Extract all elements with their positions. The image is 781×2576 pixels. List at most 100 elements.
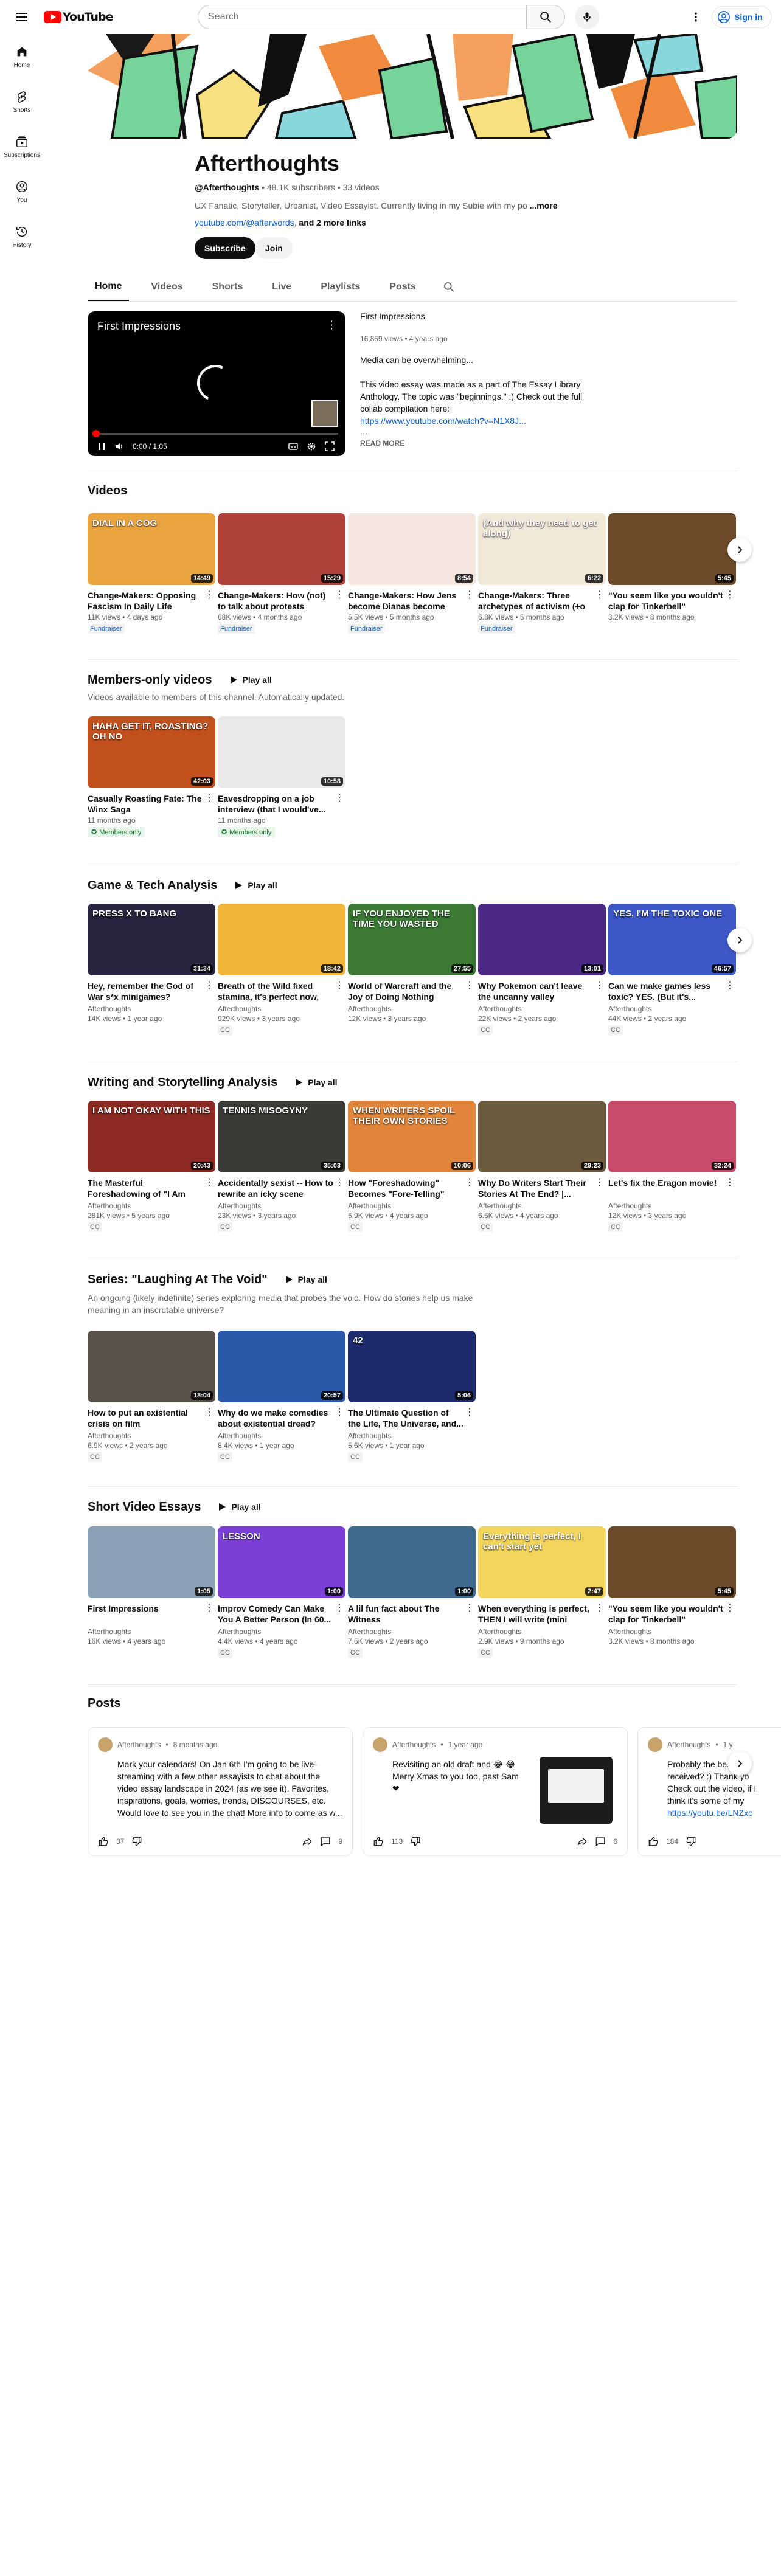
tab-playlists[interactable]: Playlists: [313, 272, 367, 301]
youtube-logo[interactable]: YouTube: [44, 10, 113, 24]
video-card[interactable]: 29:23 Why Do Writers Start Their Stories …: [478, 1101, 606, 1232]
video-title[interactable]: How to put an existential crisis on film: [88, 1407, 215, 1429]
video-title[interactable]: Why do we make comedies about existentia…: [218, 1407, 345, 1429]
play-all-button[interactable]: Play all: [210, 1496, 268, 1518]
video-thumbnail[interactable]: Everything is perfect, I can't start yet…: [478, 1526, 606, 1598]
thumbs-down-icon[interactable]: [686, 1836, 696, 1847]
video-thumbnail[interactable]: IF YOU ENJOYED THE TIME YOU WASTED 27:55: [348, 904, 476, 975]
post-image[interactable]: [540, 1757, 613, 1824]
video-title[interactable]: Change-Makers: How (not) to talk about p…: [218, 590, 345, 612]
video-card[interactable]: Everything is perfect, I can't start yet…: [478, 1526, 606, 1658]
share-icon[interactable]: [302, 1836, 313, 1847]
video-channel[interactable]: Afterthoughts: [88, 1202, 215, 1210]
more-actions-icon[interactable]: ⋮: [595, 1602, 605, 1614]
video-channel[interactable]: Afterthoughts: [608, 1627, 736, 1636]
more-actions-icon[interactable]: ⋮: [204, 792, 214, 804]
video-title[interactable]: First Impressions: [88, 1603, 215, 1625]
video-thumbnail[interactable]: 42 5:06: [348, 1331, 476, 1402]
tab-posts[interactable]: Posts: [382, 272, 423, 301]
video-title[interactable]: Let's fix the Eragon movie!: [608, 1177, 736, 1199]
captions-icon[interactable]: [288, 441, 298, 451]
video-thumbnail[interactable]: 32:24: [608, 1101, 736, 1172]
video-card[interactable]: I AM NOT OKAY WITH THIS 20:43 The Masterfu…: [88, 1101, 215, 1232]
featured-video-player[interactable]: First Impressions ⋮ 0:00 / 1:05: [88, 311, 345, 456]
video-channel[interactable]: Afterthoughts: [478, 1202, 606, 1210]
video-thumbnail[interactable]: TENNIS MISOGYNY 35:03: [218, 1101, 345, 1172]
video-channel[interactable]: Afterthoughts: [88, 1627, 215, 1636]
comment-icon[interactable]: [320, 1836, 331, 1847]
more-actions-icon[interactable]: ⋮: [465, 589, 474, 601]
more-actions-icon[interactable]: ⋮: [204, 589, 214, 601]
video-thumbnail[interactable]: 18:42: [218, 904, 345, 975]
shelf-next-button[interactable]: [727, 538, 752, 562]
voice-search-button[interactable]: [575, 5, 599, 29]
more-actions-icon[interactable]: ⋮: [335, 589, 344, 601]
channel-link[interactable]: youtube.com/@afterwords: [195, 218, 294, 227]
post-author[interactable]: Afterthoughts: [117, 1740, 161, 1749]
post-link[interactable]: https://youtu.be/LNZxc: [667, 1808, 752, 1818]
post-card[interactable]: Afterthoughts • 8 months ago Mark your c…: [88, 1727, 353, 1856]
video-thumbnail[interactable]: 5:45: [608, 1526, 736, 1598]
more-actions-icon[interactable]: ⋮: [335, 1176, 344, 1188]
more-actions-icon[interactable]: ⋮: [465, 979, 474, 991]
play-all-button[interactable]: Play all: [227, 874, 284, 896]
video-title[interactable]: World of Warcraft and the Joy of Doing N…: [348, 980, 476, 1002]
video-thumbnail[interactable]: DIAL IN A COG 14:49: [88, 513, 215, 585]
more-links-button[interactable]: and 2 more links: [299, 218, 366, 227]
video-thumbnail[interactable]: YES, I'M THE TOXIC ONE 46:57: [608, 904, 736, 975]
video-thumbnail[interactable]: 10:58: [218, 716, 345, 788]
video-title[interactable]: "You seem like you wouldn't clap for Tin…: [608, 1603, 736, 1625]
post-author[interactable]: Afterthoughts: [392, 1740, 436, 1749]
video-card[interactable]: 42 5:06 The Ultimate Question of the Life,…: [348, 1331, 476, 1462]
play-all-button[interactable]: Play all: [287, 1072, 344, 1093]
more-actions-icon[interactable]: ⋮: [204, 1176, 214, 1188]
video-title[interactable]: Eavesdropping on a job interview (that I…: [218, 793, 345, 815]
video-thumbnail[interactable]: 29:23: [478, 1101, 606, 1172]
thumbs-down-icon[interactable]: [131, 1836, 142, 1847]
video-card[interactable]: 8:54 Change-Makers: How Jens become Diana…: [348, 513, 476, 634]
more-actions-icon[interactable]: ⋮: [725, 1176, 735, 1188]
video-title[interactable]: How "Foreshadowing" Becomes "Fore-Tellin…: [348, 1177, 476, 1199]
video-card[interactable]: DIAL IN A COG 14:49 Change-Makers: Opposin…: [88, 513, 215, 634]
player-title[interactable]: First Impressions: [97, 320, 181, 333]
volume-icon[interactable]: [114, 441, 124, 451]
video-card[interactable]: 10:58 Eavesdropping on a job interview (t…: [218, 716, 345, 837]
video-channel[interactable]: Afterthoughts: [348, 1432, 476, 1440]
join-button[interactable]: Join: [255, 237, 293, 259]
search-button[interactable]: [526, 5, 565, 29]
video-card[interactable]: 1:05 First Impressions ⋮ Afterthoughts 16K v…: [88, 1526, 215, 1658]
guide-menu-button[interactable]: [10, 5, 34, 29]
more-actions-icon[interactable]: ⋮: [465, 1406, 474, 1418]
shelf-title[interactable]: Videos: [88, 484, 127, 498]
fullscreen-icon[interactable]: [325, 441, 335, 451]
video-title[interactable]: Casually Roasting Fate: The Winx Saga: [88, 793, 215, 815]
tab-home[interactable]: Home: [88, 272, 130, 301]
video-title[interactable]: Why Pokemon can't leave the uncanny vall…: [478, 980, 606, 1002]
progress-bar[interactable]: [95, 433, 338, 435]
video-card[interactable]: PRESS X TO BANG 31:34 Hey, remember the Go…: [88, 904, 215, 1035]
video-thumbnail[interactable]: 20:57: [218, 1331, 345, 1402]
guide-item-history[interactable]: History: [2, 214, 41, 259]
guide-item-you[interactable]: You: [2, 169, 41, 214]
featured-title[interactable]: First Impressions: [360, 311, 591, 321]
settings-menu-button[interactable]: [684, 5, 708, 29]
video-channel[interactable]: Afterthoughts: [218, 1005, 345, 1013]
video-card[interactable]: TENNIS MISOGYNY 35:03 Accidentally sexist …: [218, 1101, 345, 1232]
post-card[interactable]: Afterthoughts • 1 year ago Revisiting an…: [363, 1727, 628, 1856]
video-channel[interactable]: Afterthoughts: [88, 1005, 215, 1013]
more-actions-icon[interactable]: ⋮: [335, 1406, 344, 1418]
video-channel[interactable]: Afterthoughts: [608, 1202, 736, 1210]
video-card[interactable]: 18:04 How to put an existential crisis on…: [88, 1331, 215, 1462]
avatar[interactable]: [98, 1737, 113, 1752]
more-actions-icon[interactable]: ⋮: [595, 979, 605, 991]
tab-live[interactable]: Live: [265, 272, 299, 301]
video-thumbnail[interactable]: WHEN WRITERS SPOIL THEIR OWN STORIES 10:0…: [348, 1101, 476, 1172]
more-actions-icon[interactable]: ⋮: [595, 589, 605, 601]
video-thumbnail[interactable]: 15:29: [218, 513, 345, 585]
video-title[interactable]: "You seem like you wouldn't clap for Tin…: [608, 590, 736, 612]
search-input[interactable]: [208, 12, 526, 23]
guide-item-subscriptions[interactable]: Subscriptions: [2, 124, 41, 169]
thumbs-down-icon[interactable]: [410, 1836, 421, 1847]
video-thumbnail[interactable]: 5:45: [608, 513, 736, 585]
pause-icon[interactable]: [97, 442, 106, 451]
